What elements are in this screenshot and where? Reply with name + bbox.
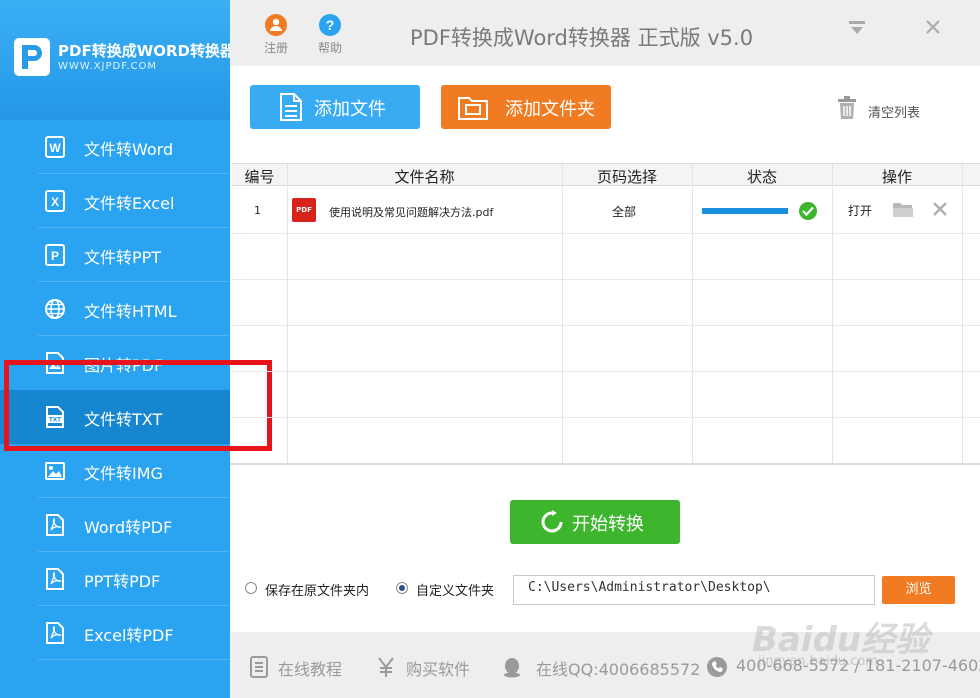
column-header-actions: 操作 [881, 168, 912, 186]
brand-title: PDF转换成WORD转换器 [58, 42, 235, 60]
sidebar: PDF转换成WORD转换器 WWW.XJPDF.COM W 文件转Word X … [0, 0, 235, 698]
svg-text:W: W [49, 141, 61, 155]
sidebar-item-label: PPT转PDF [84, 572, 161, 591]
column-divider [962, 164, 963, 464]
row-divider [232, 279, 980, 280]
excel-icon: X [45, 190, 65, 212]
column-header-status: 状态 [746, 168, 777, 186]
remove-row-icon[interactable] [932, 201, 948, 217]
sidebar-item-label: 文件转HTML [84, 302, 177, 321]
sidebar-item-file-to-html[interactable]: 文件转HTML [0, 282, 230, 336]
column-divider [692, 164, 693, 464]
help-label: 帮助 [317, 41, 342, 55]
sidebar-item-file-to-img[interactable]: 文件转IMG [0, 444, 230, 498]
table-border [230, 463, 980, 465]
ppt-icon: P [45, 244, 65, 266]
add-file-label: 添加文件 [314, 99, 386, 120]
trash-icon [838, 96, 856, 119]
close-button[interactable] [925, 16, 941, 40]
column-divider [832, 164, 833, 464]
row-divider [232, 371, 980, 372]
sidebar-item-ppt-to-pdf[interactable]: PPT转PDF [0, 552, 230, 606]
tutorial-icon [250, 656, 268, 678]
image-icon [45, 462, 65, 480]
save-original-radio[interactable] [245, 582, 257, 594]
sidebar-item-label: 文件转Word [84, 140, 174, 159]
refresh-icon [541, 510, 563, 533]
sidebar-item-label: Excel转PDF [84, 626, 174, 645]
page-selection[interactable]: 全部 [612, 203, 636, 220]
clear-list-button[interactable]: 清空列表 [836, 96, 920, 124]
app-title: PDF转换成Word转换器 正式版 v5.0 [410, 26, 754, 50]
browse-button[interactable]: 浏览 [882, 576, 955, 604]
sidebar-item-label: 文件转Excel [84, 194, 175, 213]
row-divider [232, 417, 980, 418]
brand-header: PDF转换成WORD转换器 WWW.XJPDF.COM [0, 0, 235, 120]
column-divider [287, 164, 288, 464]
qq-contact: 在线QQ:4006685572 [536, 660, 701, 679]
conversion-progress-bar [702, 208, 788, 214]
sidebar-item-file-to-excel[interactable]: X 文件转Excel [0, 174, 230, 228]
title-bar: 注册 ? 帮助 PDF转换成Word转换器 正式版 v5.0 [230, 0, 980, 66]
sidebar-item-word-to-pdf[interactable]: Word转PDF [0, 498, 230, 552]
help-icon: ? [319, 14, 341, 36]
custom-folder-label: 自定义文件夹 [416, 584, 495, 599]
output-path-input[interactable]: C:\Users\Administrator\Desktop\ [513, 575, 875, 605]
register-label: 注册 [263, 41, 288, 55]
pdf-doc-icon [46, 514, 64, 536]
check-icon [799, 202, 817, 220]
app-logo-icon [14, 38, 50, 76]
row-index: 1 [254, 204, 261, 217]
pdf-file-icon: PDF [292, 198, 316, 222]
start-conversion-label: 开始转换 [572, 514, 644, 535]
yen-icon [378, 657, 394, 677]
column-header-index: 编号 [244, 168, 275, 186]
phone-icon [707, 657, 727, 677]
custom-folder-radio[interactable] [396, 582, 408, 594]
watermark-url: jingyan.baidu.com [758, 654, 878, 669]
file-name: 使用说明及常见问题解决方法.pdf [329, 206, 494, 219]
pdf-doc-icon [46, 622, 64, 644]
register-button[interactable]: 注册 [256, 14, 296, 56]
user-icon [265, 14, 287, 36]
globe-icon [45, 299, 65, 319]
help-button[interactable]: ? 帮助 [310, 14, 350, 56]
sidebar-item-file-to-word[interactable]: W 文件转Word [0, 120, 230, 174]
svg-text:P: P [51, 249, 59, 263]
pdf-doc-icon [46, 568, 64, 590]
row-divider [232, 233, 980, 234]
word-icon: W [45, 136, 65, 158]
column-header-pages: 页码选择 [596, 168, 657, 186]
online-tutorial-link[interactable]: 在线教程 [278, 656, 342, 680]
buy-software-link[interactable]: 购买软件 [406, 656, 470, 680]
divider [38, 659, 230, 660]
file-table: 编号 文件名称 页码选择 状态 操作 1 PDF 使用说明及常见问题解决方法.p… [232, 163, 980, 464]
table-header: 编号 文件名称 页码选择 状态 操作 [232, 164, 980, 186]
sidebar-item-file-to-ppt[interactable]: P 文件转PPT [0, 228, 230, 282]
minimize-button[interactable] [848, 20, 866, 40]
column-header-file-name: 文件名称 [394, 168, 455, 186]
column-divider [562, 164, 563, 464]
brand-url: WWW.XJPDF.COM [58, 61, 158, 72]
clear-list-label: 清空列表 [868, 106, 921, 121]
folder-icon [458, 97, 488, 120]
add-file-button[interactable]: 添加文件 [250, 85, 420, 129]
open-folder-icon[interactable] [892, 201, 914, 219]
qq-icon [504, 658, 520, 678]
save-original-label: 保存在原文件夹内 [265, 584, 370, 599]
sidebar-item-label: 文件转PPT [84, 248, 162, 267]
sidebar-item-label: Word转PDF [84, 518, 173, 537]
row-divider [232, 325, 980, 326]
start-conversion-button[interactable]: 开始转换 [510, 500, 680, 544]
add-folder-label: 添加文件夹 [505, 99, 595, 120]
close-icon [926, 20, 940, 34]
sidebar-item-excel-to-pdf[interactable]: Excel转PDF [0, 606, 230, 660]
minimize-icon [849, 21, 865, 34]
svg-text:X: X [51, 195, 59, 209]
add-folder-button[interactable]: 添加文件夹 [441, 85, 611, 129]
sidebar-item-label: 文件转IMG [84, 464, 163, 483]
svg-text:?: ? [326, 17, 335, 33]
open-file-link[interactable]: 打开 [848, 202, 872, 219]
file-icon [280, 93, 302, 121]
